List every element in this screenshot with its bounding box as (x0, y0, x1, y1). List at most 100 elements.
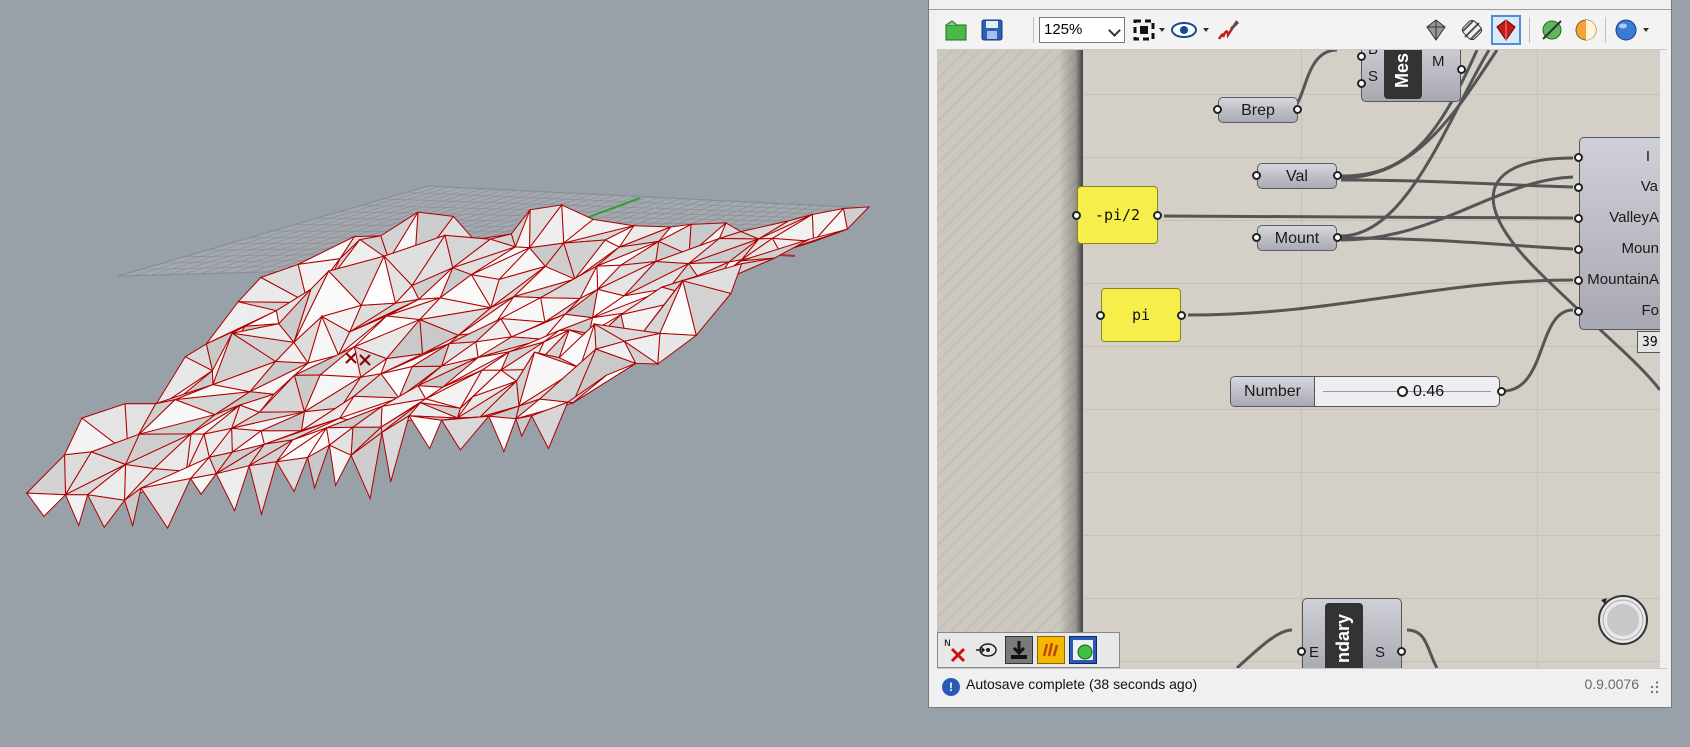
preview-shaded-icon[interactable] (1457, 15, 1487, 45)
slider-knob[interactable] (1396, 386, 1408, 397)
mount-param[interactable]: Mount (1257, 225, 1337, 251)
boundary-component[interactable]: ndary E S (1302, 598, 1402, 668)
boundary-output-port[interactable] (1397, 647, 1406, 656)
mesh-face (275, 456, 309, 493)
canvas-widget-toolbar: N (937, 632, 1120, 668)
fold-port-va[interactable] (1574, 183, 1583, 192)
mount-output-port[interactable] (1333, 233, 1342, 242)
preview-wireframe-icon[interactable] (1421, 15, 1451, 45)
chevron-down-icon[interactable] (1203, 28, 1209, 32)
grasshopper-canvas[interactable]: Mes B S M Brep Val Mount -pi/2 pi I Va (937, 50, 1660, 668)
window-top-strip (929, 0, 1671, 10)
boundary-component-name: ndary (1325, 603, 1363, 668)
chevron-down-icon (1108, 24, 1121, 37)
brep-param[interactable]: Brep (1218, 97, 1298, 123)
mesh-output-m: M (1432, 53, 1445, 70)
version-label: 0.9.0076 (1584, 676, 1640, 692)
mesh-face (440, 415, 490, 451)
preview-eye-icon[interactable] (1169, 15, 1199, 45)
fold-component[interactable]: I Va ValleyA Moun MountainA Fo (1579, 137, 1660, 330)
negative-pi-half-output-port[interactable] (1153, 211, 1162, 220)
slider-output-port[interactable] (1497, 387, 1506, 396)
fold-port-fo[interactable] (1574, 307, 1583, 316)
chevron-down-icon[interactable] (1643, 28, 1649, 32)
wire-negpihalf-to-fold (1163, 214, 1574, 220)
status-bar: ! Autosave complete (38 seconds ago) 0.9… (937, 668, 1667, 703)
download-icon[interactable] (1005, 636, 1033, 664)
save-icon[interactable] (977, 15, 1007, 45)
wire-slider-to-fold (1502, 308, 1574, 393)
mesh-face (488, 415, 517, 453)
fold-port-valleya[interactable] (1574, 214, 1583, 223)
mesh-face (215, 465, 250, 513)
canvas-toolbar: 125% (937, 11, 1667, 50)
mesh-face (842, 206, 871, 231)
mesh-face (657, 332, 698, 366)
pi-input-port[interactable] (1096, 311, 1105, 320)
clear-solution-icon[interactable]: N (941, 636, 969, 664)
brep-output-port[interactable] (1293, 105, 1302, 114)
mesh-output-port[interactable] (1457, 65, 1466, 74)
negative-pi-half-input-port[interactable] (1072, 211, 1081, 220)
mesh-face (64, 494, 89, 527)
grasshopper-window: 125% Mes S M Brep Val Mount -pi/2 pi I V… (928, 0, 1672, 708)
wire-boundary-out (1406, 628, 1439, 668)
pi-output-port[interactable] (1177, 311, 1186, 320)
mesh-face (25, 492, 67, 518)
boundary-input-port[interactable] (1297, 647, 1306, 656)
mesh-input-s-port[interactable] (1357, 79, 1366, 88)
resize-grip-icon[interactable] (1649, 681, 1661, 695)
fold-port-mountaina[interactable] (1574, 276, 1583, 285)
open-file-icon[interactable] (941, 15, 971, 45)
number-slider[interactable]: Number 0.46 (1230, 376, 1500, 407)
wires-layer (1163, 50, 1660, 668)
val-output-port[interactable] (1333, 171, 1342, 180)
mount-input-port[interactable] (1252, 233, 1261, 242)
info-icon[interactable]: ! (942, 678, 960, 696)
negative-pi-half-expression[interactable]: -pi/2 (1077, 186, 1158, 244)
mesh-face (248, 461, 278, 517)
zoom-extents-icon[interactable] (1129, 15, 1159, 45)
mesh-face (408, 415, 443, 450)
slider-value: 0.46 (1413, 383, 1445, 400)
status-message: Autosave complete (38 seconds ago) (966, 676, 1198, 692)
bake-icon[interactable] (1537, 15, 1567, 45)
fold-input-i: I (1645, 148, 1650, 165)
zoom-level-select[interactable]: 125% (1039, 17, 1125, 43)
brep-input-port[interactable] (1213, 105, 1222, 114)
preview-selected-icon[interactable] (1491, 15, 1521, 45)
display-material-icon[interactable] (1571, 15, 1601, 45)
sketch-pen-icon[interactable] (1213, 15, 1243, 45)
mesh-input-b: B (1368, 50, 1378, 58)
canvas-navigation-dial[interactable] (1595, 592, 1651, 648)
redo-solution-icon[interactable] (973, 636, 1001, 664)
boundary-output-s: S (1375, 644, 1386, 661)
fold-port-moun[interactable] (1574, 245, 1583, 254)
fold-count-readout: 39( (1637, 331, 1660, 353)
rhino-viewport[interactable] (0, 0, 928, 747)
mesh-face (515, 415, 533, 438)
mesh-input-s: S (1368, 68, 1379, 85)
fold-input-fo: Fo (1641, 302, 1659, 319)
wire-mount-to-fold (1340, 236, 1574, 251)
val-param[interactable]: Val (1257, 163, 1337, 189)
chevron-down-icon[interactable] (1159, 28, 1165, 32)
fold-input-valleya: ValleyA (1609, 209, 1659, 226)
sphere-icon[interactable] (1611, 15, 1641, 45)
wire-boundary-in (1235, 628, 1293, 668)
toolbar-separator (1033, 17, 1034, 43)
zoom-level-value: 125% (1044, 21, 1083, 38)
pi-expression[interactable]: pi (1101, 288, 1181, 342)
viewport-scene (25, 185, 871, 530)
sound-icon[interactable] (1037, 636, 1065, 664)
terrain-mesh[interactable] (25, 203, 871, 530)
fold-input-moun: Moun (1621, 240, 1659, 257)
fold-input-va: Va (1640, 178, 1658, 195)
fold-port-i[interactable] (1574, 153, 1583, 162)
val-input-port[interactable] (1252, 171, 1261, 180)
mesh-brep-component[interactable]: Mes B S M (1361, 50, 1461, 102)
preview-toggle-icon[interactable] (1069, 636, 1097, 664)
mesh-input-b-port[interactable] (1357, 52, 1366, 61)
toolbar-separator (1605, 17, 1606, 43)
mesh-face (25, 453, 67, 496)
